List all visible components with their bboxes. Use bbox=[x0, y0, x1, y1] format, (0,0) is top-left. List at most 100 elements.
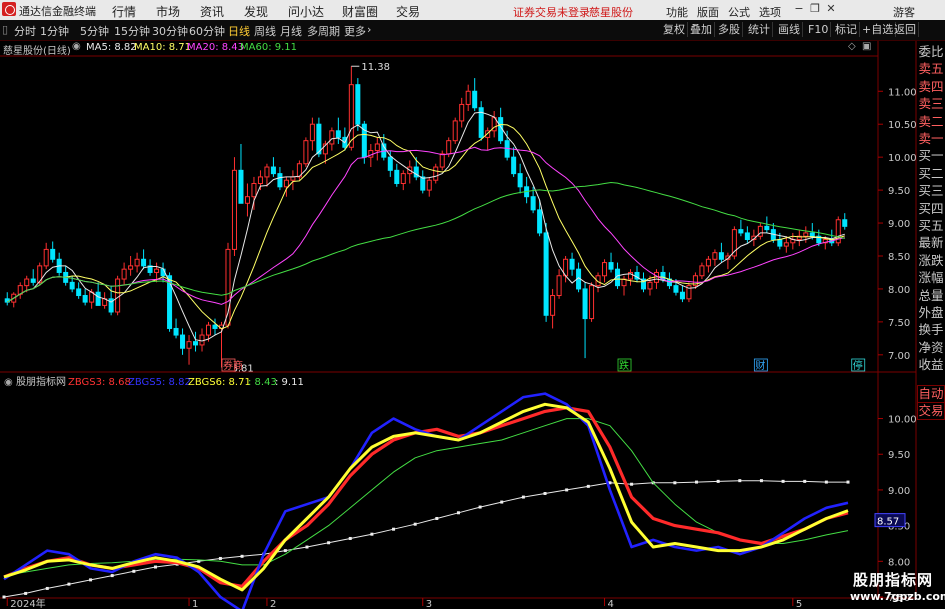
ma10-line bbox=[6, 123, 845, 330]
candle-body bbox=[309, 123, 315, 142]
candle-body bbox=[50, 248, 56, 260]
sub-white-dot bbox=[586, 484, 590, 488]
candle-body bbox=[368, 150, 374, 158]
candle-body bbox=[673, 285, 679, 293]
sub-white-dot bbox=[673, 481, 677, 485]
sub-label-2: ZBGS6: 8.71 bbox=[188, 377, 251, 388]
date-label: 4 bbox=[608, 599, 614, 609]
watermark-url: www.7gpzb.com bbox=[850, 590, 945, 603]
sub-white-dot bbox=[695, 480, 699, 484]
candle-body bbox=[446, 140, 452, 155]
candle-body bbox=[764, 225, 770, 231]
candle-body bbox=[420, 176, 426, 191]
sub-white-dot bbox=[24, 591, 28, 595]
candle-body bbox=[154, 268, 160, 273]
candle-body bbox=[582, 288, 588, 320]
candle-body bbox=[128, 265, 134, 270]
quote-item-13: 涨幅 bbox=[918, 270, 944, 286]
sub-white-dot bbox=[89, 578, 93, 582]
sub-white-dot bbox=[348, 536, 352, 540]
candle-body bbox=[387, 156, 393, 171]
price-tick-label: 7.50 bbox=[888, 318, 910, 329]
quote-item-17: 净资 bbox=[918, 339, 944, 355]
quote-item-14: 总量 bbox=[918, 287, 944, 303]
candle-body bbox=[283, 179, 289, 188]
ma5-line bbox=[6, 111, 845, 342]
candle-body bbox=[537, 209, 543, 234]
candle-body bbox=[647, 281, 653, 290]
sub-white-dot bbox=[413, 522, 417, 526]
quote-panel: 委比 卖五 卖四 卖三 卖二 卖一 买一 买二 买三 买四 买五 最新 涨跌 涨幅 总量 外盘 换手 净资 收益 自动… bbox=[917, 41, 945, 421]
quote-item-10: 买五 bbox=[918, 218, 944, 233]
chart-canvas[interactable]: 11.00 10.50 10.00 9.50 9.00 8.50 8.00 7.50 7.00 1… bbox=[0, 0, 945, 609]
sub-white-dot bbox=[521, 495, 525, 499]
price-tick-label: 9.00 bbox=[888, 219, 910, 230]
candle-body bbox=[270, 166, 276, 175]
candle-body bbox=[43, 248, 49, 267]
candle-body bbox=[231, 169, 237, 250]
sub-label-0: ZBGS3: 8.68 bbox=[68, 377, 131, 388]
sub-white-dot bbox=[781, 479, 785, 483]
quote-item-0: 委比 bbox=[918, 44, 944, 59]
quote-item-9: 买四 bbox=[918, 200, 944, 216]
candle-body bbox=[121, 268, 127, 280]
candle-body bbox=[699, 265, 705, 277]
sub-white-dot bbox=[2, 595, 6, 599]
candle-body bbox=[679, 291, 685, 300]
sub-tick-label: 9.00 bbox=[888, 486, 910, 497]
candle-body bbox=[426, 179, 432, 191]
watermark: 股朋指标网 www.7gpzb.com bbox=[848, 567, 945, 609]
auto-trade-button-1[interactable]: 交易 bbox=[917, 402, 945, 420]
sub-white-dot bbox=[153, 565, 157, 569]
sub-white-dot bbox=[456, 511, 460, 515]
event-marker-label: 跌 bbox=[619, 359, 629, 372]
candle-body bbox=[355, 84, 361, 125]
quote-item-2: 卖四 bbox=[918, 78, 944, 94]
sub-white-dot bbox=[240, 554, 244, 558]
current-value-label: 8.57 bbox=[877, 517, 899, 528]
candle-body bbox=[173, 327, 179, 336]
candle-body bbox=[803, 232, 809, 237]
sub-white-dot bbox=[846, 480, 850, 484]
candle-body bbox=[193, 341, 199, 346]
candle-body bbox=[452, 120, 458, 142]
auto-trade-button-0[interactable]: 自动 bbox=[917, 385, 945, 403]
price-tick-label: 7.00 bbox=[888, 351, 910, 362]
candle-body bbox=[602, 262, 608, 277]
date-label: 5 bbox=[796, 599, 802, 609]
candle-body bbox=[348, 84, 354, 148]
high-price-label: 11.38 bbox=[361, 62, 390, 73]
sub-white-dot bbox=[45, 586, 49, 590]
candle-body bbox=[141, 258, 147, 267]
candle-body bbox=[238, 169, 244, 204]
quote-item-11: 最新 bbox=[918, 235, 944, 251]
sub-tick-label: 9.50 bbox=[888, 450, 910, 461]
candle-body bbox=[394, 169, 400, 185]
candle-body bbox=[589, 285, 595, 320]
watermark-title: 股朋指标网 bbox=[853, 571, 934, 589]
candle-body bbox=[134, 258, 140, 267]
candle-body bbox=[180, 334, 186, 349]
candle-body bbox=[264, 166, 270, 178]
date-label: 3 bbox=[426, 599, 432, 609]
quote-item-7: 买二 bbox=[918, 165, 944, 181]
quote-item-3: 卖三 bbox=[918, 96, 944, 112]
event-marker-label: 券商 bbox=[223, 359, 243, 372]
quote-item-12: 涨跌 bbox=[918, 252, 944, 268]
price-tick-label: 10.50 bbox=[888, 120, 917, 131]
candle-body bbox=[712, 252, 718, 260]
sub-chart-title: 股朋指标网 bbox=[16, 375, 66, 388]
sub-white-dot bbox=[803, 479, 807, 483]
sub-label-4: : 9.11 bbox=[275, 377, 304, 388]
candle-body bbox=[842, 219, 848, 227]
candle-body bbox=[472, 90, 478, 109]
candle-body bbox=[517, 173, 523, 188]
candle-body bbox=[199, 334, 205, 346]
quote-item-1: 卖五 bbox=[918, 61, 944, 77]
candle-body bbox=[186, 341, 192, 349]
sub-white-dot bbox=[283, 549, 287, 553]
candle-body bbox=[530, 196, 536, 211]
sub-label-1: ZBGS5: 8.82 bbox=[128, 377, 191, 388]
candle-body bbox=[608, 262, 614, 270]
quote-item-5: 卖一 bbox=[918, 131, 944, 146]
